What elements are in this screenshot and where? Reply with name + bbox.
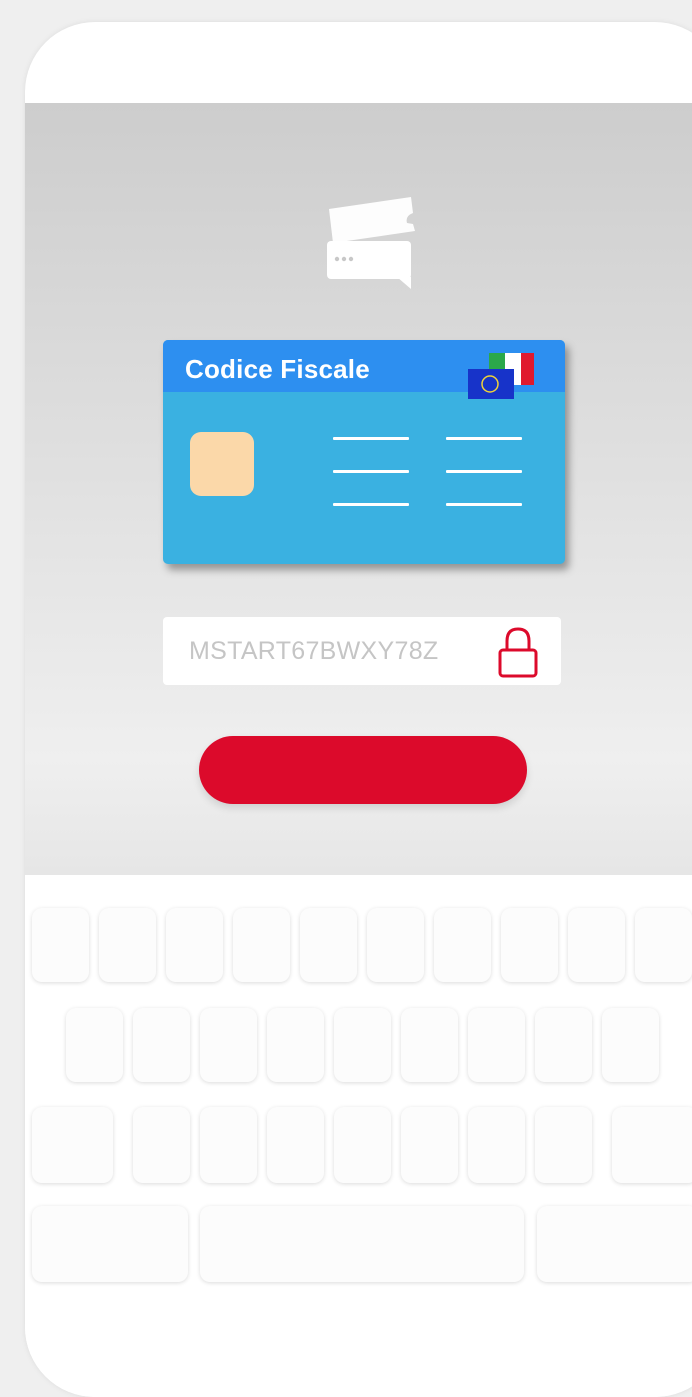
keyboard-key[interactable] [401,1107,458,1183]
app-screen: Codice Fiscale MSTART67BWXY78Z [25,103,692,875]
shift-key[interactable] [32,1107,113,1183]
card-line [446,470,522,473]
card-line [333,470,409,473]
keyboard-key[interactable] [568,908,625,982]
card-line [446,503,522,506]
keyboard-key[interactable] [468,1107,525,1183]
keyboard-key[interactable] [300,908,357,982]
submit-button[interactable] [199,736,527,804]
lock-icon [498,627,538,678]
keyboard-key[interactable] [133,1107,190,1183]
keyboard-key[interactable] [334,1107,391,1183]
keyboard-key[interactable] [66,1008,123,1082]
space-key[interactable] [200,1206,524,1282]
fiscal-code-card: Codice Fiscale [163,340,565,564]
keyboard-key[interactable] [602,1008,659,1082]
fiscal-code-value: MSTART67BWXY78Z [189,637,439,665]
keyboard-key[interactable] [200,1008,257,1082]
keyboard-key[interactable] [635,908,692,982]
card-title: Codice Fiscale [185,354,370,384]
keyboard-key[interactable] [233,908,290,982]
card-line [333,437,409,440]
numbers-key[interactable] [32,1206,188,1282]
keyboard-key[interactable] [401,1008,458,1082]
return-key[interactable] [537,1206,692,1282]
keyboard-key[interactable] [267,1107,324,1183]
keyboard-key[interactable] [501,908,558,982]
keyboard-key[interactable] [468,1008,525,1082]
eu-italy-flag-icon [468,353,534,399]
phone-frame: Codice Fiscale MSTART67BWXY78Z [25,22,692,1397]
keyboard-key[interactable] [32,908,89,982]
keyboard-key[interactable] [200,1107,257,1183]
fiscal-code-input[interactable]: MSTART67BWXY78Z [163,617,561,685]
backspace-key[interactable] [612,1107,692,1183]
keyboard-key[interactable] [367,908,424,982]
keyboard-key[interactable] [267,1008,324,1082]
keyboard [25,875,692,1397]
card-line [333,503,409,506]
keyboard-key[interactable] [535,1008,592,1082]
keyboard-key[interactable] [166,908,223,982]
keyboard-key[interactable] [334,1008,391,1082]
keyboard-key[interactable] [133,1008,190,1082]
chat-ticket-icon [327,197,415,289]
card-chip [190,432,254,496]
card-line [446,437,522,440]
keyboard-key[interactable] [535,1107,592,1183]
keyboard-key[interactable] [434,908,491,982]
keyboard-key[interactable] [99,908,156,982]
